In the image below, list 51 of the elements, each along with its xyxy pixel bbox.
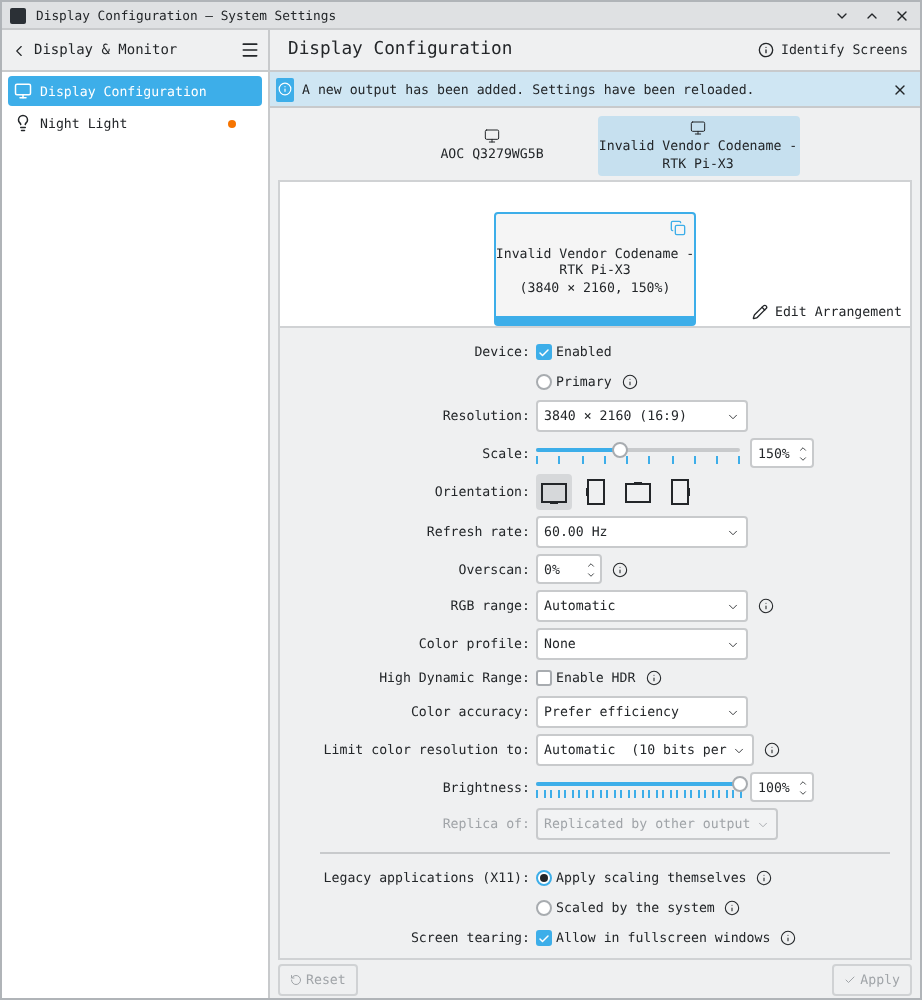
slider-thumb[interactable] xyxy=(611,441,628,457)
spin-arrows-icon[interactable] xyxy=(586,559,596,579)
pencil-icon xyxy=(752,304,769,320)
orientation-button[interactable] xyxy=(536,474,572,510)
page-title: Display Configuration xyxy=(288,40,515,60)
radio-button[interactable] xyxy=(536,870,552,886)
back-icon xyxy=(10,41,28,59)
radio-button[interactable] xyxy=(536,900,552,916)
close-button[interactable] xyxy=(892,7,912,23)
close-icon xyxy=(894,7,910,23)
undo-icon xyxy=(290,973,302,985)
chevron-down-icon xyxy=(726,705,740,719)
chevron-down-icon xyxy=(726,525,740,539)
info-icon[interactable] xyxy=(758,598,774,614)
monitor-icon xyxy=(14,82,32,100)
chevron-down-icon xyxy=(726,637,740,651)
menu-icon xyxy=(240,40,260,60)
info-icon[interactable] xyxy=(645,670,662,686)
chevron-down-icon xyxy=(726,599,740,613)
check-icon xyxy=(844,973,857,985)
spin-arrows-icon[interactable] xyxy=(798,443,808,463)
checkbox[interactable] xyxy=(536,344,552,360)
chevron-down-icon xyxy=(726,409,740,423)
slider-thumb[interactable] xyxy=(732,775,748,791)
close-button[interactable] xyxy=(892,81,908,97)
screens-icon xyxy=(670,220,686,236)
chevron-down-icon xyxy=(756,817,771,831)
slider[interactable] xyxy=(536,441,740,465)
app-icon xyxy=(10,7,26,23)
info-icon xyxy=(276,77,294,101)
info-icon[interactable] xyxy=(780,930,797,946)
info-icon[interactable] xyxy=(612,561,628,577)
monitor-icon xyxy=(540,481,568,503)
chevron-down-icon xyxy=(732,743,747,757)
menu-button[interactable] xyxy=(240,40,260,60)
monitor-icon xyxy=(670,478,690,506)
info-icon[interactable] xyxy=(756,870,773,886)
checkbox[interactable] xyxy=(536,930,552,946)
checkbox[interactable] xyxy=(536,670,552,686)
info-icon[interactable] xyxy=(621,374,638,390)
monitor-icon xyxy=(690,120,706,137)
monitor-icon xyxy=(484,128,500,145)
monitor-icon xyxy=(624,481,652,503)
radio-button[interactable] xyxy=(536,374,552,390)
info-icon[interactable] xyxy=(764,742,781,758)
monitor-icon xyxy=(586,478,606,506)
close-icon xyxy=(892,81,908,97)
info-icon xyxy=(758,42,775,58)
spin-arrows-icon[interactable] xyxy=(798,777,808,797)
info-icon[interactable] xyxy=(724,900,741,916)
lightbulb-icon xyxy=(14,114,32,132)
